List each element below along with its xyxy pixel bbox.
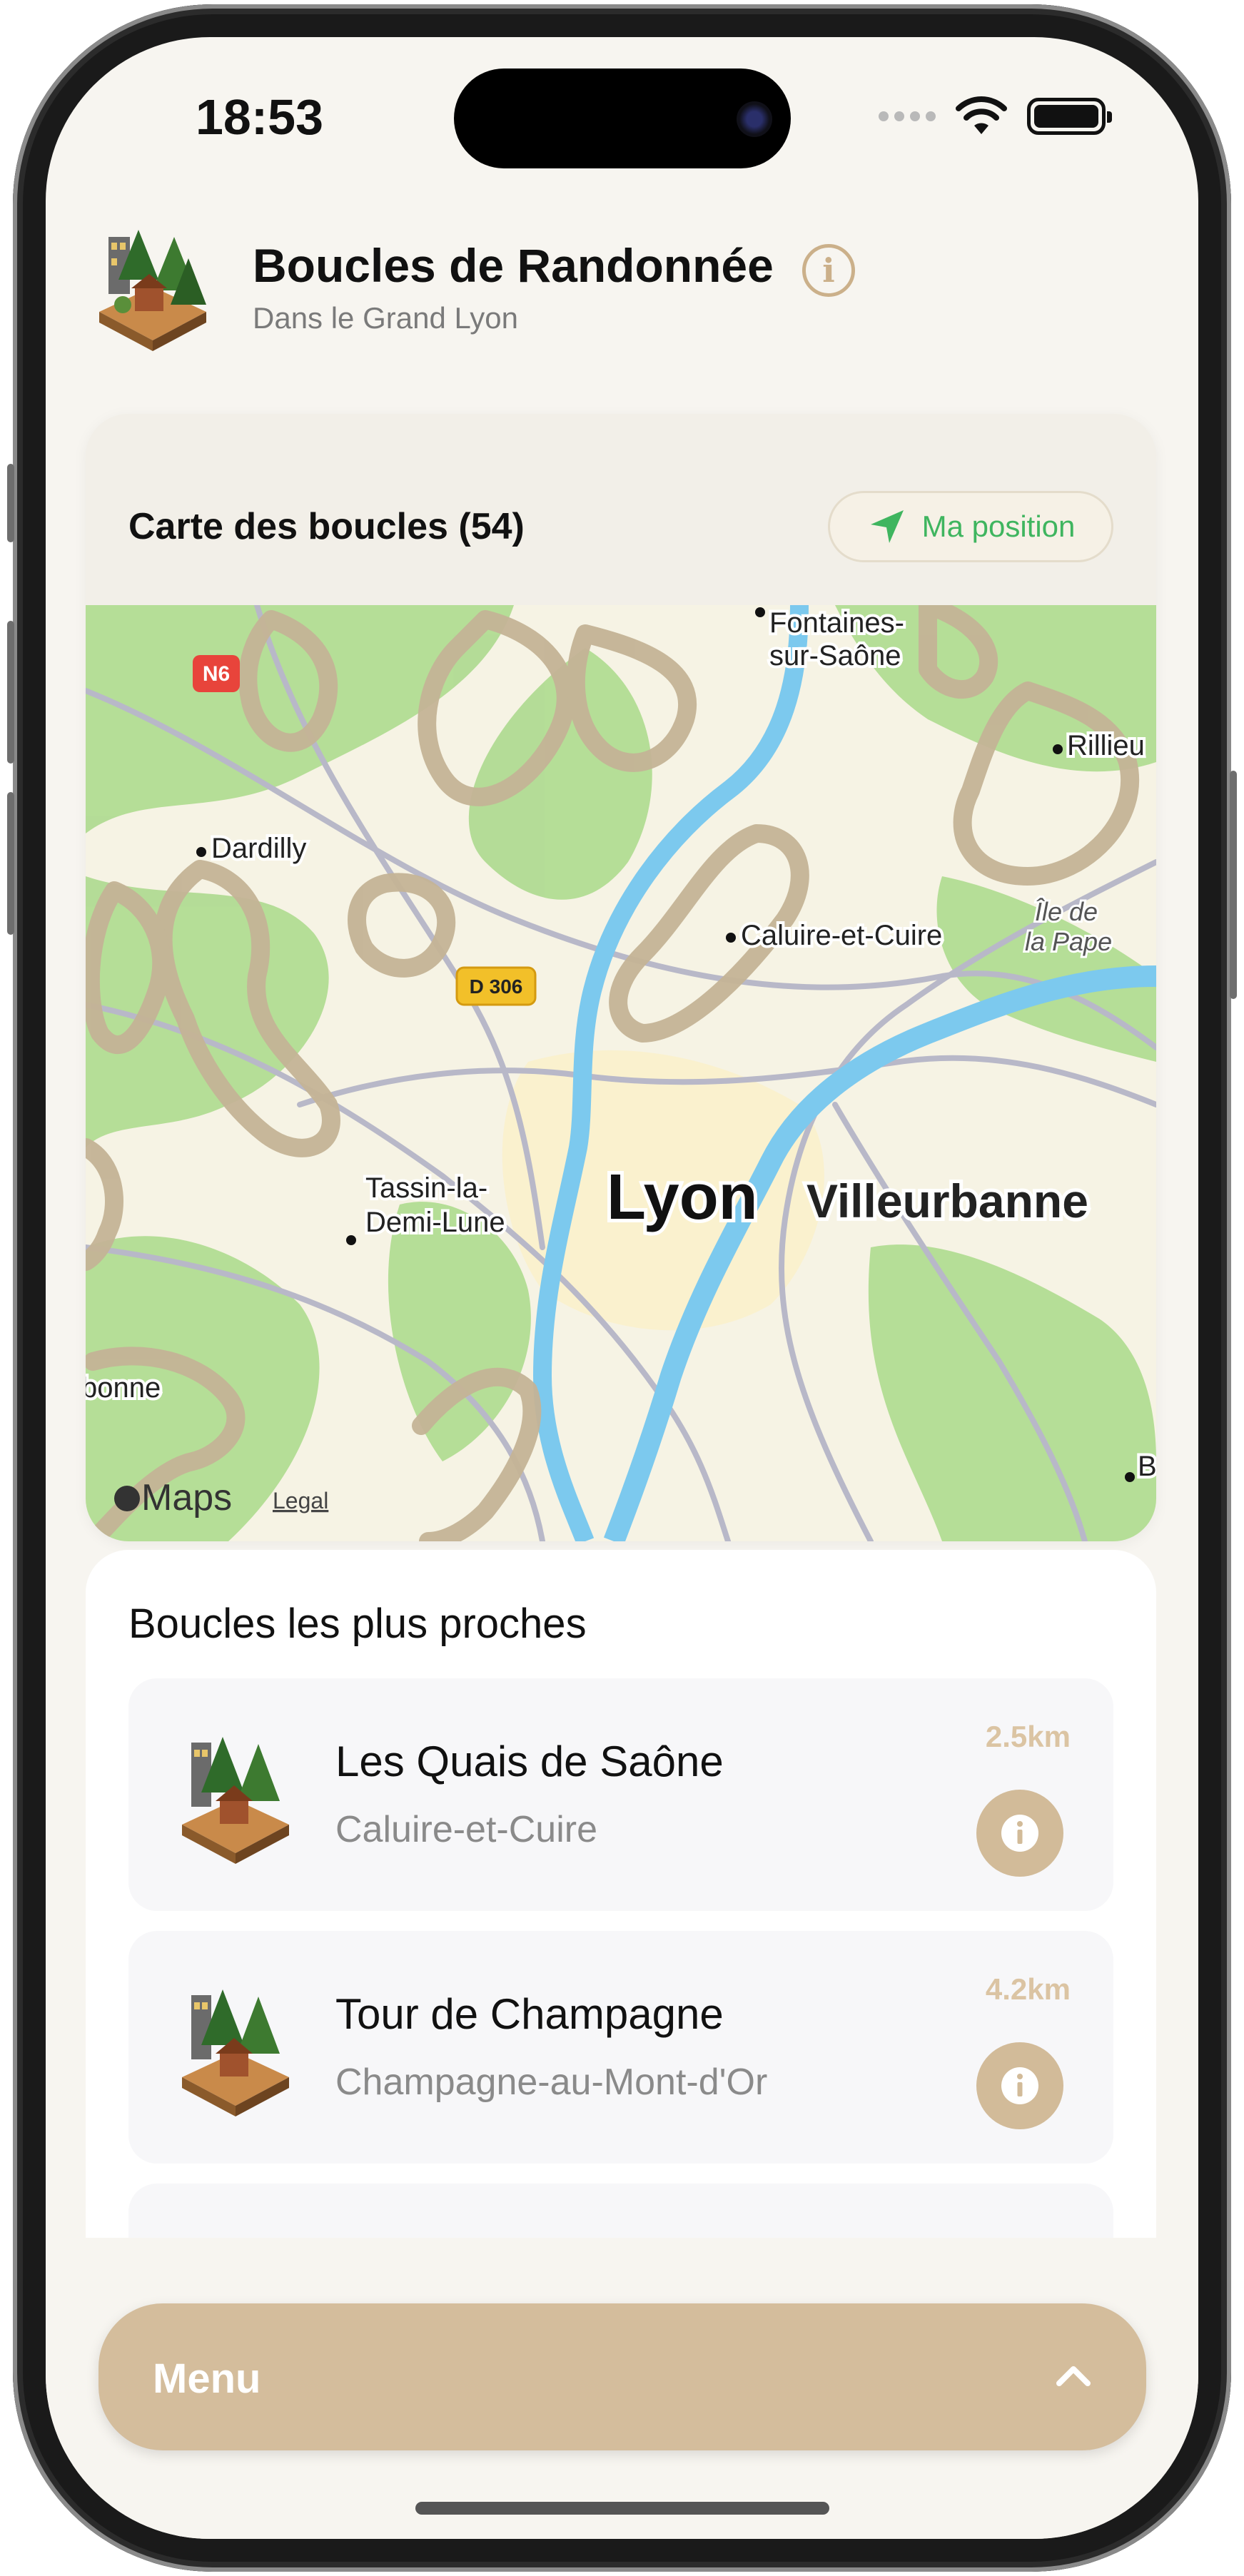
nearby-loops-title: Boucles les plus proches xyxy=(128,1601,587,1647)
map-label-fontaines-1: Fontaines- xyxy=(769,607,904,639)
map-label-fontaines-2: sur-Saône xyxy=(769,640,901,671)
loop-name: Les Quais de Saône xyxy=(335,1738,724,1785)
hiking-scene-icon xyxy=(182,1737,289,1864)
my-position-button[interactable]: Ma position xyxy=(828,491,1113,562)
wifi-icon xyxy=(956,96,1007,134)
battery-icon xyxy=(1027,98,1112,135)
menu-button[interactable]: Menu xyxy=(98,2303,1146,2450)
loop-distance: 4.2km xyxy=(985,1972,1071,2006)
info-icon[interactable]: i xyxy=(802,244,855,297)
legal-link[interactable]: Legal xyxy=(273,1488,328,1513)
info-icon xyxy=(1001,2067,1038,2104)
volume-down-button xyxy=(7,792,14,935)
map-label-b: B xyxy=(1138,1451,1156,1482)
map-view[interactable]: N6 D 306 Fontaines- sur-Saône Rillieu Da… xyxy=(86,605,1156,1541)
camera-icon xyxy=(737,101,772,137)
loop-name: Tour de Champagne xyxy=(335,1990,724,2038)
loop-info-button[interactable] xyxy=(976,1790,1063,1877)
map-label-rillieux: Rillieu xyxy=(1067,730,1145,761)
status-time: 18:53 xyxy=(196,89,324,145)
volume-up-button xyxy=(7,621,14,764)
map-label-ile-2: la Pape xyxy=(1025,927,1112,956)
app-title: Boucles de Randonnée xyxy=(253,239,774,292)
location-arrow-icon xyxy=(870,510,904,543)
status-icons xyxy=(879,96,1112,137)
signal-icon xyxy=(879,111,936,121)
loop-city: Caluire-et-Cuire xyxy=(335,1809,597,1850)
maps-logo-text: Maps xyxy=(141,1477,232,1518)
home-indicator[interactable] xyxy=(415,2502,829,2515)
power-button xyxy=(1230,771,1237,999)
loop-info-button[interactable] xyxy=(976,2042,1063,2129)
loop-distance: 2.5km xyxy=(985,1720,1071,1753)
app-subtitle: Dans le Grand Lyon xyxy=(253,301,518,335)
hiking-scene-icon xyxy=(99,230,206,351)
map-label-lyon: Lyon xyxy=(607,1162,758,1233)
map-label-tassin-2: Demi-Lune xyxy=(365,1207,505,1238)
road-shield-n6: N6 xyxy=(203,662,230,686)
map-card-title: Carte des boucles (54) xyxy=(128,506,525,547)
map-svg: N6 D 306 Fontaines- sur-Saône Rillieu Da… xyxy=(86,605,1156,1541)
road-shield-d306: D 306 xyxy=(470,975,523,998)
screen: 18:53 Boucles de Randonnée i Dans le Gra… xyxy=(46,37,1198,2539)
map-label-dardilly: Dardilly xyxy=(211,833,306,864)
dynamic-island xyxy=(454,69,791,168)
map-label-bonne: bonne xyxy=(86,1372,161,1404)
info-icon xyxy=(1001,1815,1038,1852)
map-label-caluire: Caluire-et-Cuire xyxy=(741,920,942,951)
loop-city: Champagne-au-Mont-d'Or xyxy=(335,2062,768,2103)
list-item[interactable]: Tour de Champagne Champagne-au-Mont-d'Or… xyxy=(128,1931,1113,2164)
nearby-loops-card: Boucles les plus proches Les Quais de Sa… xyxy=(86,1550,1156,2335)
menu-label: Menu xyxy=(153,2356,261,2402)
my-position-label: Ma position xyxy=(921,509,1076,543)
map-label-tassin-1: Tassin-la- xyxy=(365,1172,487,1204)
map-card: Carte des boucles (54) Ma position N6 D … xyxy=(86,414,1156,1541)
action-button xyxy=(7,464,14,542)
hiking-scene-icon xyxy=(182,1989,289,2116)
map-label-villeurbanne: Villeurbanne xyxy=(806,1175,1088,1227)
list-item[interactable]: Les Quais de Saône Caluire-et-Cuire 2.5k… xyxy=(128,1678,1113,1911)
chevron-up-icon xyxy=(1056,2366,1091,2386)
map-label-ile-1: Île de xyxy=(1035,897,1098,926)
